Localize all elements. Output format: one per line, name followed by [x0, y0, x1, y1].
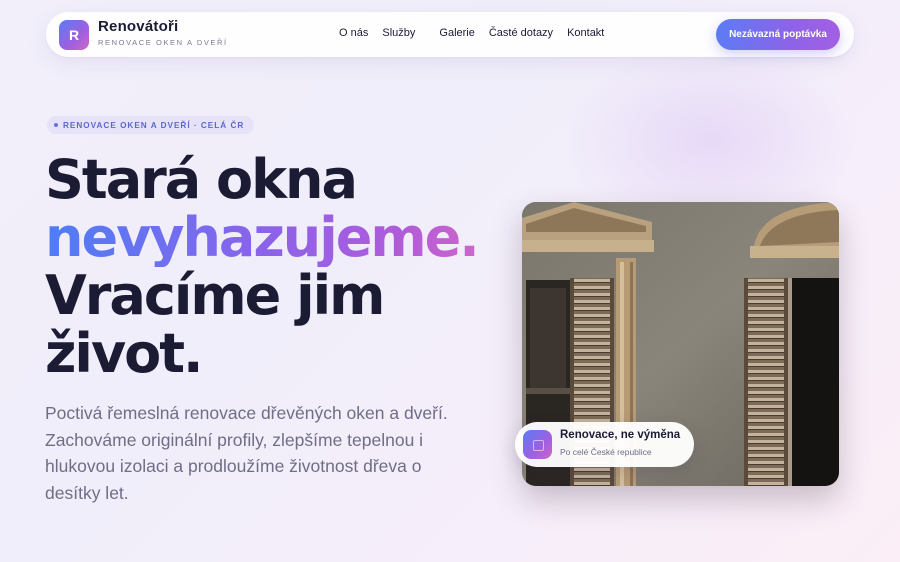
headline-line-4: život.	[45, 322, 204, 385]
nav-link-gallery[interactable]: Galerie	[439, 27, 474, 39]
photo-caption-subtitle: Po celé České republice	[560, 447, 652, 457]
brand-tagline: RENOVACE OKEN A DVEŘÍ	[98, 38, 228, 47]
photo-caption-card: Renovace, ne výměna Po celé České republ…	[515, 422, 694, 467]
headline-line-1: Stará okna	[45, 148, 358, 211]
photo-caption-title: Renovace, ne výměna	[560, 429, 681, 441]
nav-link-faq[interactable]: Časté dotazy	[489, 27, 553, 39]
logo-icon[interactable]: R	[59, 20, 89, 50]
hero-lead-text: Poctivá řemeslná renovace dřevěných oken…	[45, 403, 448, 503]
hero-badge-text: RENOVACE OKEN A DVEŘÍ · CELÁ ČR	[63, 120, 245, 130]
headline-line-2: nevyhazujeme.	[45, 209, 525, 267]
hero-headline: Stará okna nevyhazujeme. Vracíme jim živ…	[45, 151, 525, 383]
top-navigation: R Renovátoři RENOVACE OKEN A DVEŘÍ O nás…	[46, 12, 854, 57]
nav-link-contact[interactable]: Kontakt	[567, 27, 604, 39]
nav-link-services[interactable]: Služby	[382, 27, 415, 39]
inquiry-button[interactable]: Nezávazná poptávka	[716, 19, 840, 50]
badge-dot-icon	[54, 123, 58, 127]
nav-links: O nás Služby Galerie Časté dotazy Kontak…	[339, 27, 618, 39]
hero-badge: RENOVACE OKEN A DVEŘÍ · CELÁ ČR	[47, 116, 255, 134]
grid-icon	[523, 430, 552, 459]
brand-name[interactable]: Renovátoři	[98, 18, 178, 35]
nav-link-about[interactable]: O nás	[339, 27, 368, 39]
headline-line-3: Vracíme jim	[45, 264, 385, 327]
